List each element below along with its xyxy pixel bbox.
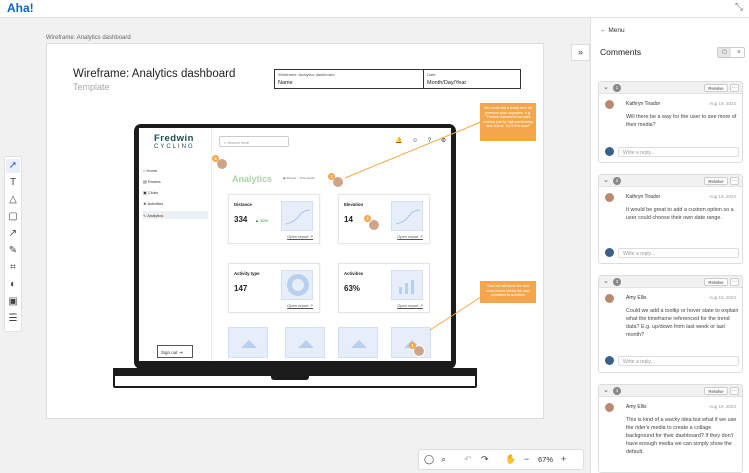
comment-author: Kathryn Tirador: [626, 194, 661, 200]
avatar: [605, 356, 614, 365]
panel-title: Comments: [600, 47, 642, 57]
comment-pin[interactable]: 1: [409, 342, 416, 349]
comment-text: This is kind of a wacky idea but what if…: [626, 417, 737, 456]
comment-text: Could we add a tooltip or hover state to…: [626, 308, 739, 339]
zoom-out-icon[interactable]: −: [524, 454, 529, 464]
comment-thread: ⌄ 3 Resolve ⋯ Amy Ellis Aug 15, 2024 Cou…: [598, 275, 743, 373]
comment-author: Amy Ellis: [626, 295, 647, 301]
avatar: [605, 193, 614, 202]
collapse-panel-button[interactable]: »: [571, 44, 590, 61]
reply-input[interactable]: Write a reply...: [618, 248, 739, 258]
thread-number: 4: [613, 387, 621, 395]
thread-number: 3: [613, 278, 621, 286]
chevron-down-icon[interactable]: ⌄: [603, 386, 609, 394]
chevron-down-icon[interactable]: ⌄: [603, 277, 609, 285]
comment-date: Aug 15, 2024: [709, 295, 736, 300]
chevron-down-icon[interactable]: ⌄: [603, 176, 609, 184]
comment-thread: ⌄ 2 Resolve ⋯ Kathryn Tirador Aug 15, 20…: [598, 174, 743, 264]
more-icon[interactable]: ⋯: [730, 387, 739, 395]
undo-icon[interactable]: ↶: [464, 454, 472, 465]
reply-input[interactable]: Write a reply...: [618, 356, 739, 366]
more-icon[interactable]: ⋯: [730, 177, 739, 185]
comment-pin[interactable]: 3: [364, 215, 371, 222]
canvas-bottom-toolbar: ◯ ⌕ ↶ ↷ ✋ − 67% +: [418, 449, 584, 470]
card-view-icon[interactable]: ▢: [718, 48, 731, 57]
more-icon[interactable]: ⋯: [730, 84, 739, 92]
zoom-level[interactable]: 67%: [538, 455, 553, 464]
avatar: [605, 403, 614, 412]
avatar: [605, 248, 614, 257]
search-icon[interactable]: ⌕: [441, 454, 446, 465]
resolve-button[interactable]: Resolve: [704, 177, 728, 185]
avatar: [605, 147, 614, 156]
comment-icon[interactable]: ◯: [424, 454, 434, 465]
sticky-note[interactable]: This reel will show the four most recent…: [480, 281, 536, 303]
comment-text: It would be great to add a custom option…: [626, 207, 734, 222]
comment-date: Aug 15, 2024: [709, 101, 736, 106]
comment-pin[interactable]: 2: [328, 173, 335, 180]
menu-back-link[interactable]: ← Menu: [600, 27, 625, 34]
redo-icon[interactable]: ↷: [481, 454, 489, 465]
comment-author: Kathryn Tirador: [626, 101, 661, 107]
avatar: [605, 100, 614, 109]
chevron-down-icon[interactable]: ⌄: [603, 83, 609, 91]
comments-panel: ← Menu Comments ▢ ≡ ⌄ 1 Resolve ⋯ Kathry…: [590, 18, 749, 473]
comment-date: Aug 15, 2024: [709, 194, 736, 199]
resolve-button[interactable]: Resolve: [704, 278, 728, 286]
comment-date: Aug 15, 2024: [709, 404, 736, 409]
comment-pin[interactable]: 4: [212, 155, 219, 162]
resolve-button[interactable]: Resolve: [704, 387, 728, 395]
comment-author: Amy Ellis: [626, 404, 647, 410]
more-icon[interactable]: ⋯: [730, 278, 739, 286]
list-view-icon[interactable]: ≡: [733, 48, 745, 57]
sticky-note[interactable]: We could add a teddy here for premium pl…: [480, 103, 536, 141]
reply-input[interactable]: Write a reply...: [618, 147, 739, 157]
resolve-button[interactable]: Resolve: [704, 84, 728, 92]
thread-number: 2: [613, 177, 621, 185]
avatar: [605, 294, 614, 303]
comment-thread: ⌄ 1 Resolve ⋯ Kathryn Tirador Aug 15, 20…: [598, 81, 743, 163]
comment-text: Will there be a way for the user to see …: [626, 114, 737, 129]
comment-thread: ⌄ 4 Resolve ⋯ Amy Ellis Aug 15, 2024 Thi…: [598, 384, 743, 473]
zoom-in-icon[interactable]: +: [561, 454, 566, 464]
hand-icon[interactable]: ✋: [505, 454, 516, 465]
thread-number: 1: [613, 84, 621, 92]
view-toggle[interactable]: ▢ ≡: [717, 47, 745, 58]
